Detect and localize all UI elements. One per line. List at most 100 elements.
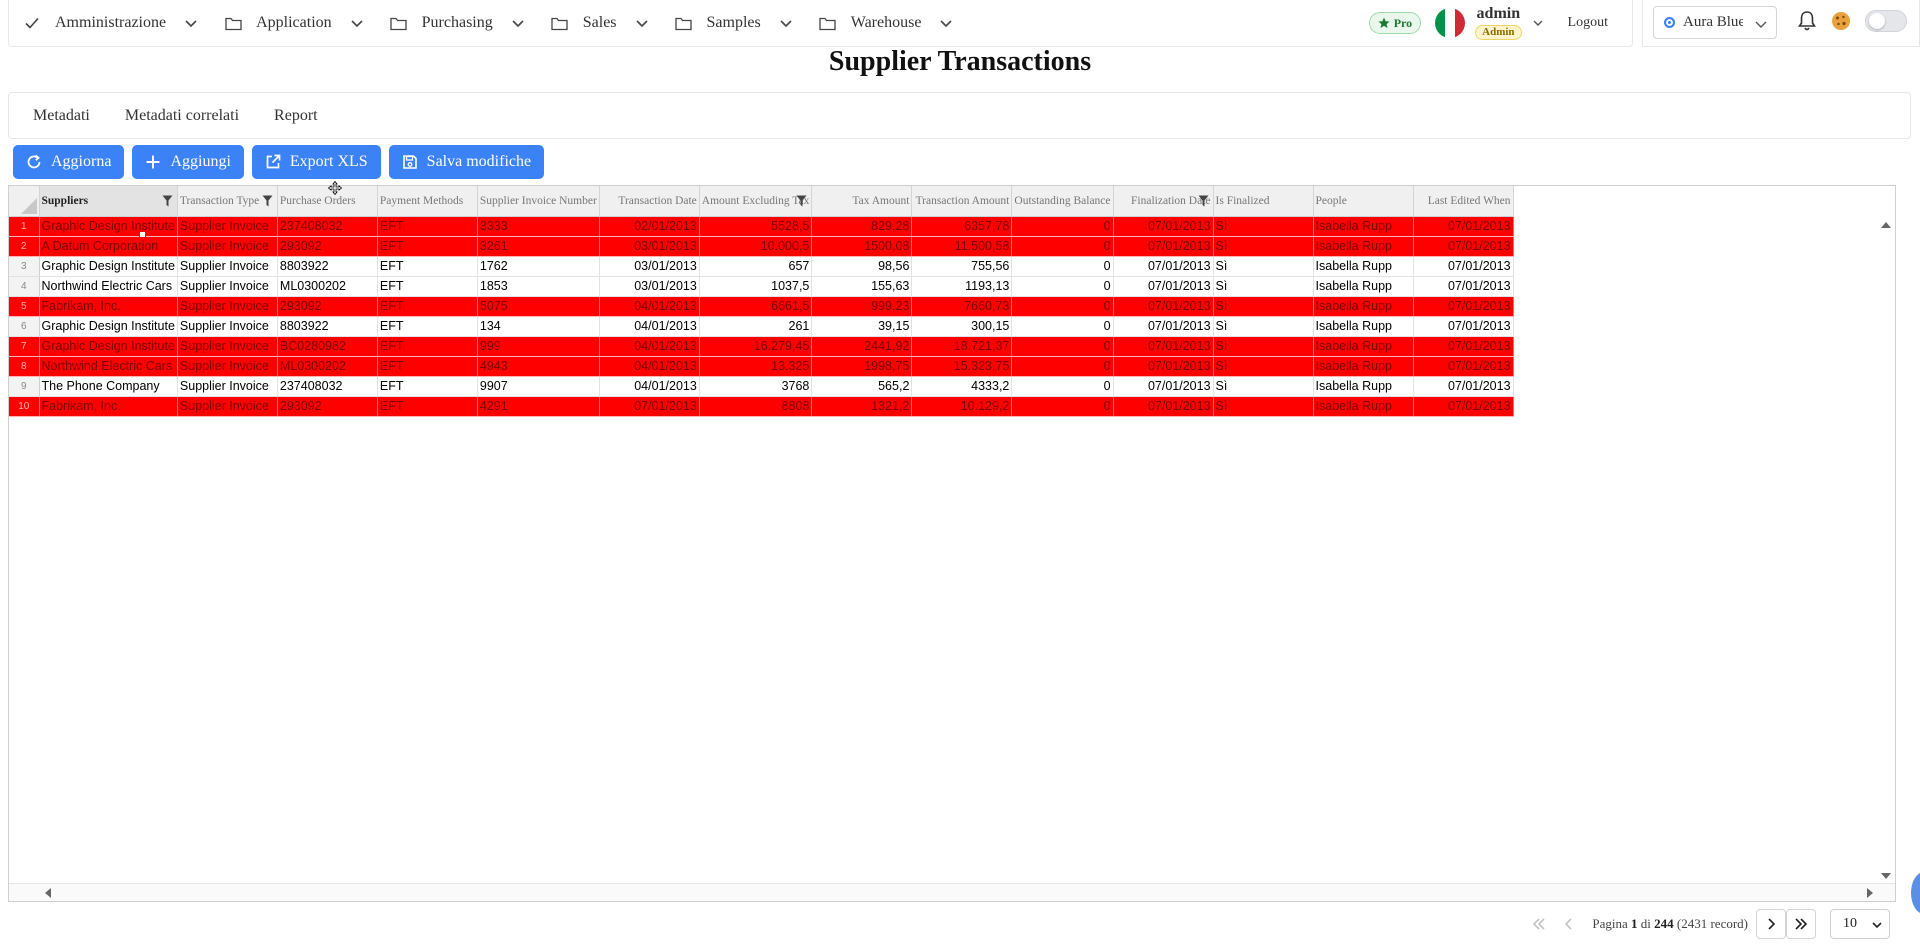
nav-item-samples[interactable]: Samples <box>675 0 793 46</box>
table-cell[interactable]: 2441,92 <box>811 336 913 357</box>
column-header[interactable]: Transaction Date <box>599 186 700 217</box>
table-cell[interactable]: 07/01/2013 <box>1113 236 1214 257</box>
table-cell[interactable]: Graphic Design Institute <box>39 216 178 237</box>
table-cell[interactable]: Sì <box>1213 256 1314 277</box>
table-cell[interactable]: 300,15 <box>911 316 1013 337</box>
table-cell[interactable]: 1500,08 <box>811 236 913 257</box>
table-cell[interactable]: Supplier Invoice <box>177 396 278 417</box>
table-cell[interactable]: Fabrikam, Inc. <box>39 296 178 317</box>
scroll-right-icon[interactable] <box>1867 888 1873 898</box>
table-cell[interactable]: 0 <box>1011 376 1114 397</box>
table-cell[interactable]: Isabella Rupp <box>1313 336 1414 357</box>
table-cell[interactable]: Sì <box>1213 276 1314 297</box>
table-row[interactable]: 2A Datum Corporation Supplier Invoice 2930… <box>9 236 1514 257</box>
table-cell[interactable]: Supplier Invoice <box>177 256 278 277</box>
table-cell[interactable]: 07/01/2013 <box>1113 276 1214 297</box>
table-cell[interactable]: 4333,2 <box>911 376 1013 397</box>
table-cell[interactable]: 10.000,5 <box>699 236 813 257</box>
table-cell[interactable]: 0 <box>1011 236 1114 257</box>
table-cell[interactable]: Supplier Invoice <box>177 316 278 337</box>
table-cell[interactable]: Isabella Rupp <box>1313 356 1414 377</box>
table-cell[interactable]: 0 <box>1011 296 1114 317</box>
tab-report[interactable]: Report <box>274 107 318 125</box>
table-cell[interactable]: EFT <box>377 216 478 237</box>
table-cell[interactable]: 07/01/2013 <box>1413 336 1514 357</box>
table-row[interactable]: 4 Northwind Electric Cars Supplier Invoice… <box>9 276 1514 297</box>
table-cell[interactable]: 11.500,58 <box>911 236 1013 257</box>
table-cell[interactable]: 7660,73 <box>911 296 1013 317</box>
table-cell[interactable]: Supplier Invoice <box>177 336 278 357</box>
nav-item-warehouse[interactable]: Warehouse <box>819 0 954 46</box>
table-cell[interactable]: Isabella Rupp <box>1313 216 1414 237</box>
user-menu[interactable]: admin Admin <box>1475 6 1522 40</box>
table-cell[interactable]: 4943 <box>477 356 600 377</box>
scroll-left-icon[interactable] <box>45 888 51 898</box>
column-header[interactable]: Payment Methods <box>377 186 478 217</box>
add-button[interactable]: Aggiungi <box>132 145 244 179</box>
table-cell[interactable]: 237408032 <box>277 376 378 397</box>
table-cell[interactable]: ML0300202 <box>277 276 378 297</box>
table-cell[interactable]: Isabella Rupp <box>1313 396 1414 417</box>
table-cell[interactable]: Northwind Electric Cars <box>39 276 178 297</box>
column-header[interactable]: Supplier Invoice Number <box>477 186 600 217</box>
table-row[interactable]: 3 Graphic Design Institute Supplier Invoic… <box>9 256 1514 277</box>
save-changes-button[interactable]: Salva modifiche <box>388 145 545 179</box>
table-cell[interactable]: Graphic Design Institute <box>39 316 178 337</box>
table-cell[interactable]: 07/01/2013 <box>1113 216 1214 237</box>
table-cell[interactable]: 0 <box>1011 276 1114 297</box>
floating-action-button[interactable] <box>1911 872 1920 914</box>
table-cell[interactable]: Sì <box>1213 216 1314 237</box>
table-cell[interactable]: 8803922 <box>277 256 378 277</box>
table-cell[interactable]: EFT <box>377 356 478 377</box>
nav-item-purchasing[interactable]: Purchasing <box>390 0 525 46</box>
table-cell[interactable]: 3333 <box>477 216 600 237</box>
tab-metadati-correlati[interactable]: Metadati correlati <box>125 107 239 125</box>
table-cell[interactable]: Isabella Rupp <box>1313 316 1414 337</box>
table-cell[interactable]: 1998,75 <box>811 356 913 377</box>
table-cell[interactable]: 6357,78 <box>911 216 1013 237</box>
cookie-icon[interactable] <box>1831 11 1851 31</box>
table-cell[interactable]: 0 <box>1011 356 1114 377</box>
table-cell[interactable]: 07/01/2013 <box>1113 356 1214 377</box>
column-header[interactable]: Suppliers <box>39 186 178 217</box>
table-cell[interactable]: Sì <box>1213 376 1314 397</box>
chevron-down-icon[interactable] <box>1532 17 1544 29</box>
table-cell[interactable]: 1321,2 <box>811 396 913 417</box>
table-cell[interactable]: 07/01/2013 <box>1413 256 1514 277</box>
table-cell[interactable]: 261 <box>699 316 813 337</box>
table-cell[interactable]: Supplier Invoice <box>177 356 278 377</box>
table-cell[interactable]: Isabella Rupp <box>1313 256 1414 277</box>
table-cell[interactable]: 3768 <box>699 376 813 397</box>
table-cell[interactable]: Sì <box>1213 316 1314 337</box>
prev-page-button[interactable] <box>1554 909 1584 939</box>
table-cell[interactable]: 07/01/2013 <box>1113 396 1214 417</box>
table-cell[interactable]: 07/01/2013 <box>1113 336 1214 357</box>
tab-metadati[interactable]: Metadati <box>33 107 90 125</box>
refresh-button[interactable]: Aggiorna <box>13 145 125 179</box>
table-cell[interactable]: 16.279,45 <box>699 336 813 357</box>
table-cell[interactable]: 6661,5 <box>699 296 813 317</box>
table-cell[interactable]: 8803922 <box>277 316 378 337</box>
table-cell[interactable]: 04/01/2013 <box>599 356 700 377</box>
table-cell[interactable]: 07/01/2013 <box>1413 216 1514 237</box>
table-cell[interactable]: Isabella Rupp <box>1313 236 1414 257</box>
column-header[interactable]: Finalization Date <box>1113 186 1214 217</box>
table-cell[interactable]: 07/01/2013 <box>1413 276 1514 297</box>
table-cell[interactable]: 07/01/2013 <box>1113 256 1214 277</box>
table-row[interactable]: 10 Fabrikam, Inc. Supplier Invoice 293092 EF… <box>9 396 1514 417</box>
table-row[interactable]: 1 Graphic Design Institute Supplier Invoic… <box>9 216 1514 237</box>
table-cell[interactable]: 07/01/2013 <box>599 396 700 417</box>
nav-item-application[interactable]: Application <box>224 0 364 46</box>
scroll-down-icon[interactable] <box>1881 873 1891 879</box>
last-page-button[interactable] <box>1786 909 1816 939</box>
table-cell[interactable]: 1762 <box>477 256 600 277</box>
table-cell[interactable]: 5528,5 <box>699 216 813 237</box>
table-cell[interactable]: 829,28 <box>811 216 913 237</box>
table-cell[interactable]: 02/01/2013 <box>599 216 700 237</box>
table-cell[interactable]: 03/01/2013 <box>599 256 700 277</box>
table-cell[interactable]: Fabrikam, Inc. <box>39 396 178 417</box>
column-header[interactable]: Is Finalized <box>1213 186 1314 217</box>
table-cell[interactable]: EFT <box>377 396 478 417</box>
horizontal-scrollbar[interactable] <box>9 883 1895 901</box>
table-cell[interactable]: 0 <box>1011 396 1114 417</box>
